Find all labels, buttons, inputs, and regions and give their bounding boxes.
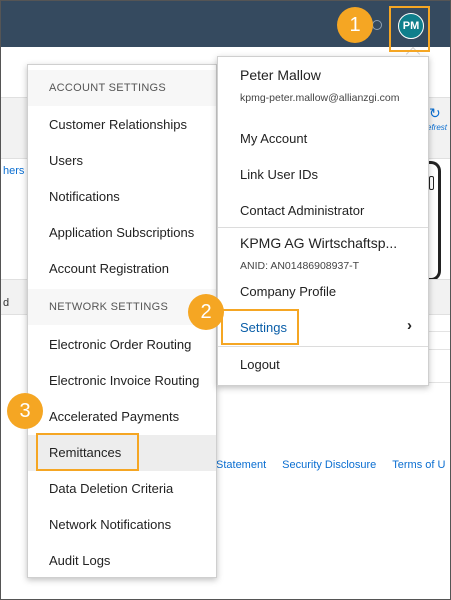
user-email: kpmg-peter.mallow@allianzgi.com bbox=[240, 92, 400, 104]
company-name: KPMG AG Wirtschaftsp... bbox=[240, 235, 398, 251]
footer-link-terms[interactable]: Terms of U bbox=[392, 459, 445, 471]
menu-item-contact-administrator[interactable]: Contact Administrator bbox=[240, 203, 364, 218]
footer-links: Statement Security Disclosure Terms of U bbox=[216, 459, 450, 471]
help-icon[interactable] bbox=[372, 20, 382, 30]
menu-item-link-user-ids[interactable]: Link User IDs bbox=[240, 167, 318, 182]
user-name: Peter Mallow bbox=[240, 67, 321, 83]
background-partial-text: d bbox=[3, 297, 10, 309]
company-anid: ANID: AN01486908937-T bbox=[240, 260, 360, 272]
menu-item-logout[interactable]: Logout bbox=[240, 357, 280, 372]
remittances-highlight-box bbox=[36, 433, 139, 471]
section-account-settings: ACCOUNT SETTINGS bbox=[28, 70, 216, 106]
avatar[interactable]: PM bbox=[398, 13, 424, 39]
callout-step-2: 2 bbox=[188, 294, 224, 330]
settings-highlight-box bbox=[221, 309, 299, 345]
menu-item-notifications[interactable]: Notifications bbox=[28, 179, 216, 215]
menu-item-customer-relationships[interactable]: Customer Relationships bbox=[28, 107, 216, 143]
menu-item-accelerated-payments[interactable]: Accelerated Payments bbox=[28, 399, 216, 435]
menu-item-account-registration[interactable]: Account Registration bbox=[28, 251, 216, 287]
chevron-right-icon: › bbox=[407, 317, 412, 334]
background-table-rows bbox=[429, 331, 450, 383]
footer-link-security[interactable]: Security Disclosure bbox=[282, 459, 376, 471]
callout-step-1: 1 bbox=[337, 7, 373, 43]
phone-button-image bbox=[429, 176, 434, 190]
menu-item-application-subscriptions[interactable]: Application Subscriptions bbox=[28, 215, 216, 251]
callout-step-3: 3 bbox=[7, 393, 43, 429]
menu-item-data-deletion-criteria[interactable]: Data Deletion Criteria bbox=[28, 471, 216, 507]
menu-divider bbox=[218, 227, 428, 228]
footer-link-statement[interactable]: Statement bbox=[216, 459, 266, 471]
menu-item-audit-logs[interactable]: Audit Logs bbox=[28, 543, 216, 579]
menu-item-company-profile[interactable]: Company Profile bbox=[240, 284, 336, 299]
screen-frame: hers ↻ efrest d Statement Security Disclo… bbox=[0, 0, 451, 600]
menu-item-my-account[interactable]: My Account bbox=[240, 131, 307, 146]
refresh-label: efrest bbox=[427, 123, 448, 132]
menu-item-electronic-order-routing[interactable]: Electronic Order Routing bbox=[28, 327, 216, 363]
menu-item-electronic-invoice-routing[interactable]: Electronic Invoice Routing bbox=[28, 363, 216, 399]
menu-item-users[interactable]: Users bbox=[28, 143, 216, 179]
refresh-icon[interactable]: ↻ bbox=[429, 105, 441, 122]
background-partial-link: hers bbox=[3, 165, 25, 177]
top-navigation-bar bbox=[1, 1, 450, 47]
menu-divider bbox=[218, 346, 428, 347]
menu-item-network-notifications[interactable]: Network Notifications bbox=[28, 507, 216, 543]
account-settings-menu: ACCOUNT SETTINGS Customer Relationships … bbox=[27, 64, 217, 578]
